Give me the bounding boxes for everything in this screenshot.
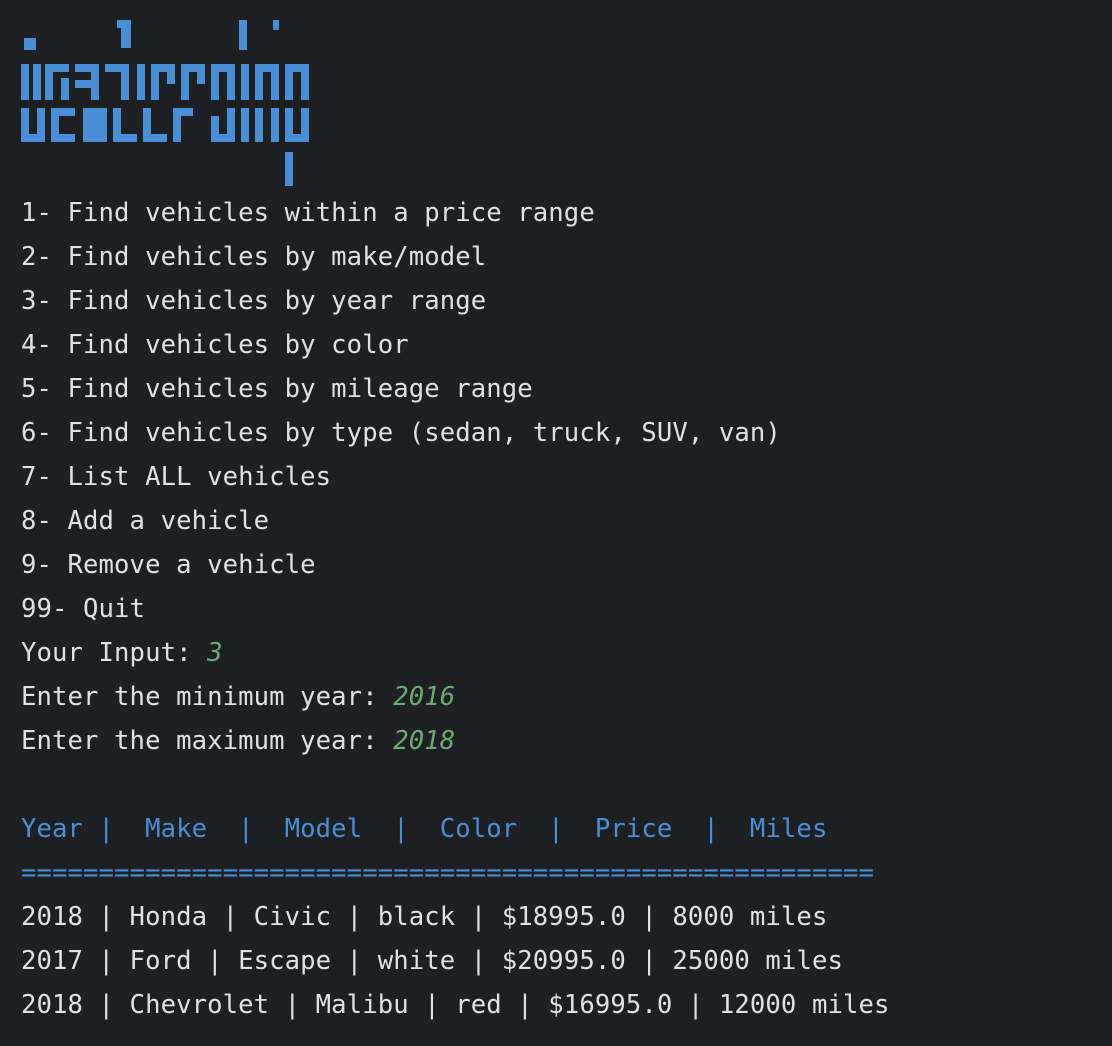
input-prompt-line: Your Input: 3 bbox=[21, 631, 223, 675]
table-row: 2017 | Ford | Escape | white | $20995.0 … bbox=[21, 946, 843, 976]
table-row: 2018 | Honda | Civic | black | $18995.0 … bbox=[21, 902, 828, 932]
min-year-prompt-line: Enter the minimum year: 2016 bbox=[21, 675, 455, 719]
max-year-prompt-line: Enter the maximum year: 2018 bbox=[21, 719, 455, 763]
menu-option-3: 3- Find vehicles by year range bbox=[21, 286, 487, 316]
results-table-header: Year | Make | Model | Color | Price | Mi… bbox=[21, 814, 828, 844]
dealership-ascii-logo bbox=[21, 20, 309, 186]
menu-option-9: 9- Remove a vehicle bbox=[21, 550, 316, 580]
input-prompt-label: Your Input: bbox=[21, 638, 208, 668]
min-year-label: Enter the minimum year: bbox=[21, 682, 394, 712]
max-year-label: Enter the maximum year: bbox=[21, 726, 394, 756]
max-year-value[interactable]: 2018 bbox=[393, 726, 455, 756]
menu-option-1: 1- Find vehicles within a price range bbox=[21, 198, 595, 228]
min-year-value[interactable]: 2016 bbox=[393, 682, 455, 712]
menu-option-7: 7- List ALL vehicles bbox=[21, 462, 332, 492]
menu-option-6: 6- Find vehicles by type (sedan, truck, … bbox=[21, 418, 781, 448]
menu-option-5: 5- Find vehicles by mileage range bbox=[21, 374, 533, 404]
table-row: 2018 | Chevrolet | Malibu | red | $16995… bbox=[21, 990, 890, 1020]
user-input-value[interactable]: 3 bbox=[207, 638, 223, 668]
terminal-output: 1- Find vehicles within a price range 2-… bbox=[0, 0, 1112, 1046]
menu-option-8: 8- Add a vehicle bbox=[21, 506, 270, 536]
menu-option-quit: 99- Quit bbox=[21, 594, 146, 624]
menu-option-4: 4- Find vehicles by color bbox=[21, 330, 409, 360]
results-table-separator: ========================================… bbox=[21, 858, 874, 888]
menu-option-2: 2- Find vehicles by make/model bbox=[21, 242, 487, 272]
